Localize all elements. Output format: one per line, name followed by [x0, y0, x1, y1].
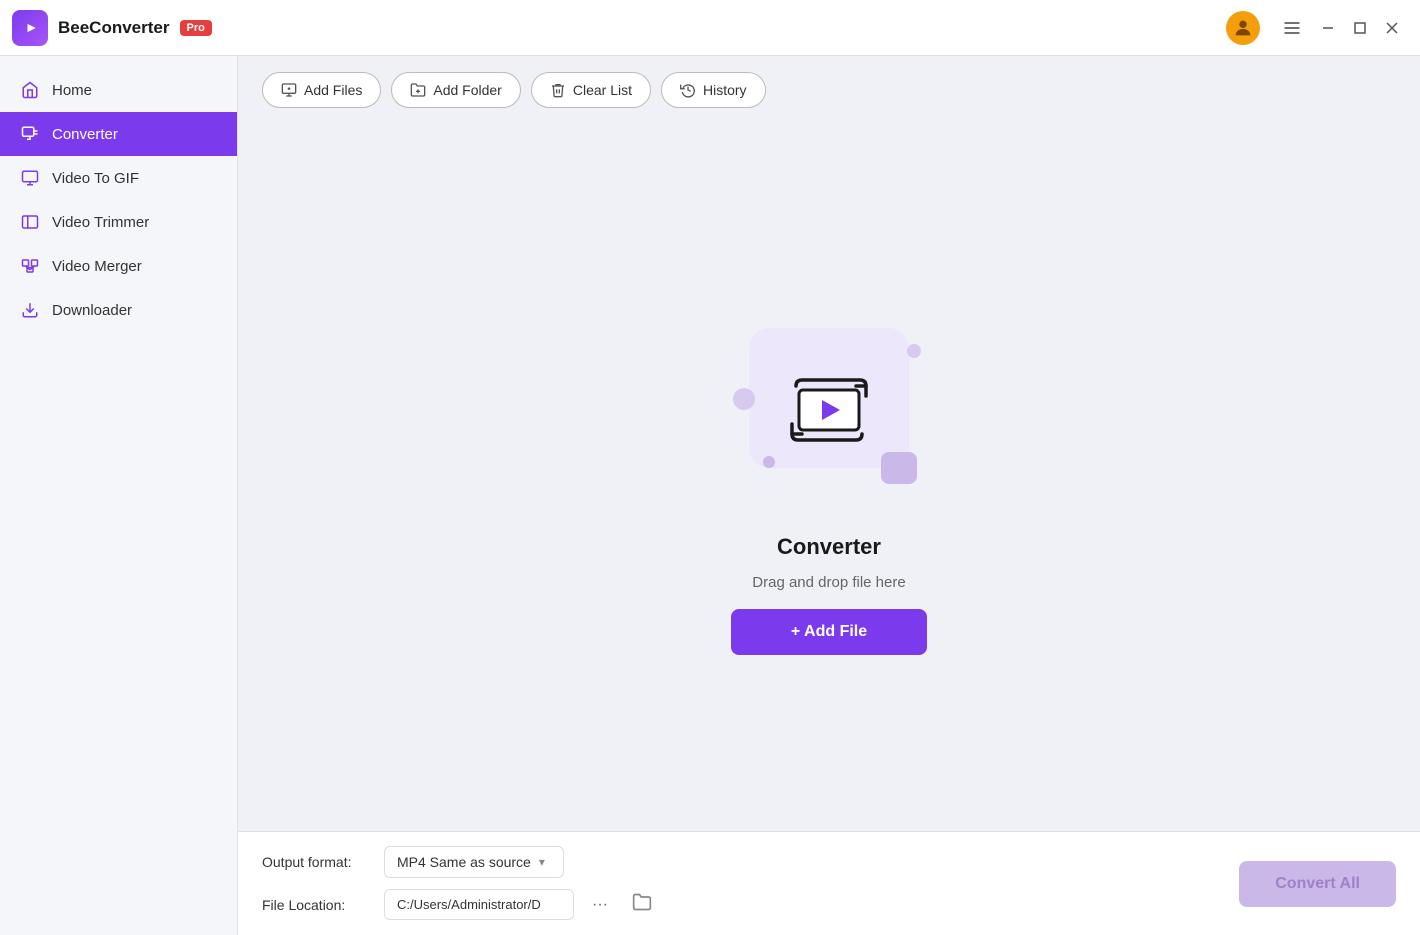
- clear-list-button[interactable]: Clear List: [531, 72, 651, 108]
- toolbar: Add Files Add Folder Clear List History: [238, 56, 1420, 124]
- trim-icon: [20, 212, 40, 232]
- output-format-value: MP4 Same as source: [397, 854, 531, 870]
- merge-icon: [20, 256, 40, 276]
- more-options-button[interactable]: ···: [586, 892, 614, 918]
- menu-icon[interactable]: [1276, 12, 1308, 44]
- maximize-button[interactable]: [1344, 12, 1376, 44]
- output-format-label: Output format:: [262, 854, 372, 870]
- app-logo: [12, 10, 48, 46]
- hex-circle1: [733, 388, 755, 410]
- sidebar-item-video-trimmer[interactable]: Video Trimmer: [0, 200, 237, 244]
- file-location-row: File Location: C:/Users/Administrator/D …: [262, 888, 1239, 921]
- minimize-button[interactable]: [1312, 12, 1344, 44]
- add-files-button[interactable]: Add Files: [262, 72, 381, 108]
- sidebar: Home Converter Video To GIF Video Trimme…: [0, 56, 238, 935]
- download-icon: [20, 300, 40, 320]
- output-format-select[interactable]: MP4 Same as source ▾: [384, 846, 564, 878]
- sidebar-item-video-to-gif[interactable]: Video To GIF: [0, 156, 237, 200]
- dropzone-subtitle: Drag and drop file here: [752, 574, 905, 591]
- sidebar-item-home[interactable]: Home: [0, 68, 237, 112]
- sidebar-label-video-trimmer: Video Trimmer: [52, 214, 149, 231]
- file-location-label: File Location:: [262, 897, 372, 913]
- sidebar-label-downloader: Downloader: [52, 302, 132, 319]
- open-folder-button[interactable]: [626, 888, 658, 921]
- user-avatar[interactable]: [1226, 11, 1260, 45]
- add-file-button[interactable]: + Add File: [731, 609, 927, 655]
- add-folder-label: Add Folder: [433, 82, 501, 98]
- app-name: BeeConverter: [58, 18, 170, 38]
- add-files-label: Add Files: [304, 82, 362, 98]
- pro-badge: Pro: [180, 20, 212, 36]
- dropzone-title: Converter: [777, 534, 881, 560]
- output-format-row: Output format: MP4 Same as source ▾: [262, 846, 1239, 878]
- history-label: History: [703, 82, 747, 98]
- drop-zone[interactable]: Converter Drag and drop file here + Add …: [238, 124, 1420, 831]
- hex-circle3: [763, 456, 775, 468]
- main-layout: Home Converter Video To GIF Video Trimme…: [0, 56, 1420, 935]
- hex-circle2: [907, 344, 921, 358]
- chevron-down-icon: ▾: [539, 855, 545, 869]
- sidebar-label-home: Home: [52, 82, 92, 99]
- home-icon: [20, 80, 40, 100]
- sidebar-item-downloader[interactable]: Downloader: [0, 288, 237, 332]
- bottom-right: Convert All: [1239, 861, 1396, 907]
- converter-icon: [20, 124, 40, 144]
- titlebar: BeeConverter Pro: [0, 0, 1420, 56]
- sidebar-label-converter: Converter: [52, 126, 118, 143]
- bottom-fields: Output format: MP4 Same as source ▾ File…: [262, 846, 1239, 921]
- clear-list-label: Clear List: [573, 82, 632, 98]
- hex-small: [881, 452, 917, 484]
- convert-all-button[interactable]: Convert All: [1239, 861, 1396, 907]
- history-button[interactable]: History: [661, 72, 766, 108]
- drop-icon-container: [719, 300, 939, 520]
- add-folder-button[interactable]: Add Folder: [391, 72, 520, 108]
- sidebar-label-video-to-gif: Video To GIF: [52, 170, 139, 187]
- file-location-value: C:/Users/Administrator/D: [384, 889, 574, 920]
- content-area: Add Files Add Folder Clear List History: [238, 56, 1420, 935]
- sidebar-item-converter[interactable]: Converter: [0, 112, 237, 156]
- video-convert-icon: [784, 374, 874, 446]
- close-button[interactable]: [1376, 12, 1408, 44]
- bottom-bar: Output format: MP4 Same as source ▾ File…: [238, 831, 1420, 935]
- sidebar-label-video-merger: Video Merger: [52, 258, 142, 275]
- sidebar-item-video-merger[interactable]: Video Merger: [0, 244, 237, 288]
- gif-icon: [20, 168, 40, 188]
